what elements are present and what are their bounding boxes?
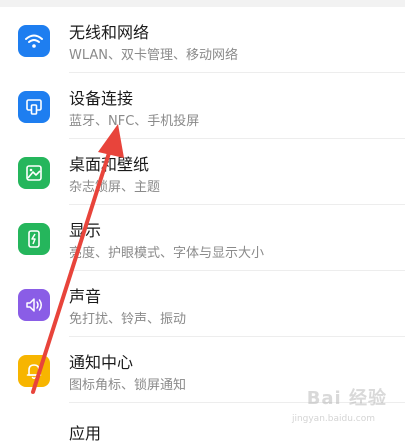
settings-item-title: 无线和网络 (69, 23, 150, 42)
settings-item-title: 应用 (69, 424, 102, 443)
display-icon (18, 223, 50, 255)
device-connection-icon (18, 91, 50, 123)
settings-item-display[interactable]: 显示 亮度、护眼模式、字体与显示大小 (0, 205, 405, 271)
settings-item-title: 显示 (69, 221, 102, 240)
watermark-url: jingyan.baidu.com (291, 414, 375, 424)
settings-item-subtitle: WLAN、双卡管理、移动网络 (69, 48, 239, 63)
settings-item-subtitle: 免打扰、铃声、振动 (69, 312, 187, 327)
wallpaper-icon (18, 157, 50, 189)
settings-item-title: 设备连接 (69, 89, 134, 108)
wifi-icon (18, 25, 50, 57)
settings-list: 无线和网络 WLAN、双卡管理、移动网络 设备连接 蓝牙、NFC、手机投屏 桌面… (0, 7, 405, 403)
settings-item-wireless-network[interactable]: 无线和网络 WLAN、双卡管理、移动网络 (0, 7, 405, 73)
settings-item-subtitle: 杂志锁屏、主题 (69, 180, 161, 195)
top-strip (0, 0, 405, 7)
settings-item-subtitle: 蓝牙、NFC、手机投屏 (69, 114, 200, 129)
settings-item-subtitle: 图标角标、锁屏通知 (69, 378, 187, 393)
settings-item-sound[interactable]: 声音 免打扰、铃声、振动 (0, 271, 405, 337)
settings-item-title: 通知中心 (69, 353, 134, 372)
bell-icon (18, 355, 50, 387)
settings-item-title: 声音 (69, 287, 102, 306)
settings-item-desktop-wallpaper[interactable]: 桌面和壁纸 杂志锁屏、主题 (0, 139, 405, 205)
sound-icon (18, 289, 50, 321)
settings-item-title: 桌面和壁纸 (69, 155, 150, 174)
watermark-logo: Bai 经验 (306, 388, 387, 409)
settings-item-subtitle: 亮度、护眼模式、字体与显示大小 (69, 246, 265, 261)
settings-item-device-connection[interactable]: 设备连接 蓝牙、NFC、手机投屏 (0, 73, 405, 139)
